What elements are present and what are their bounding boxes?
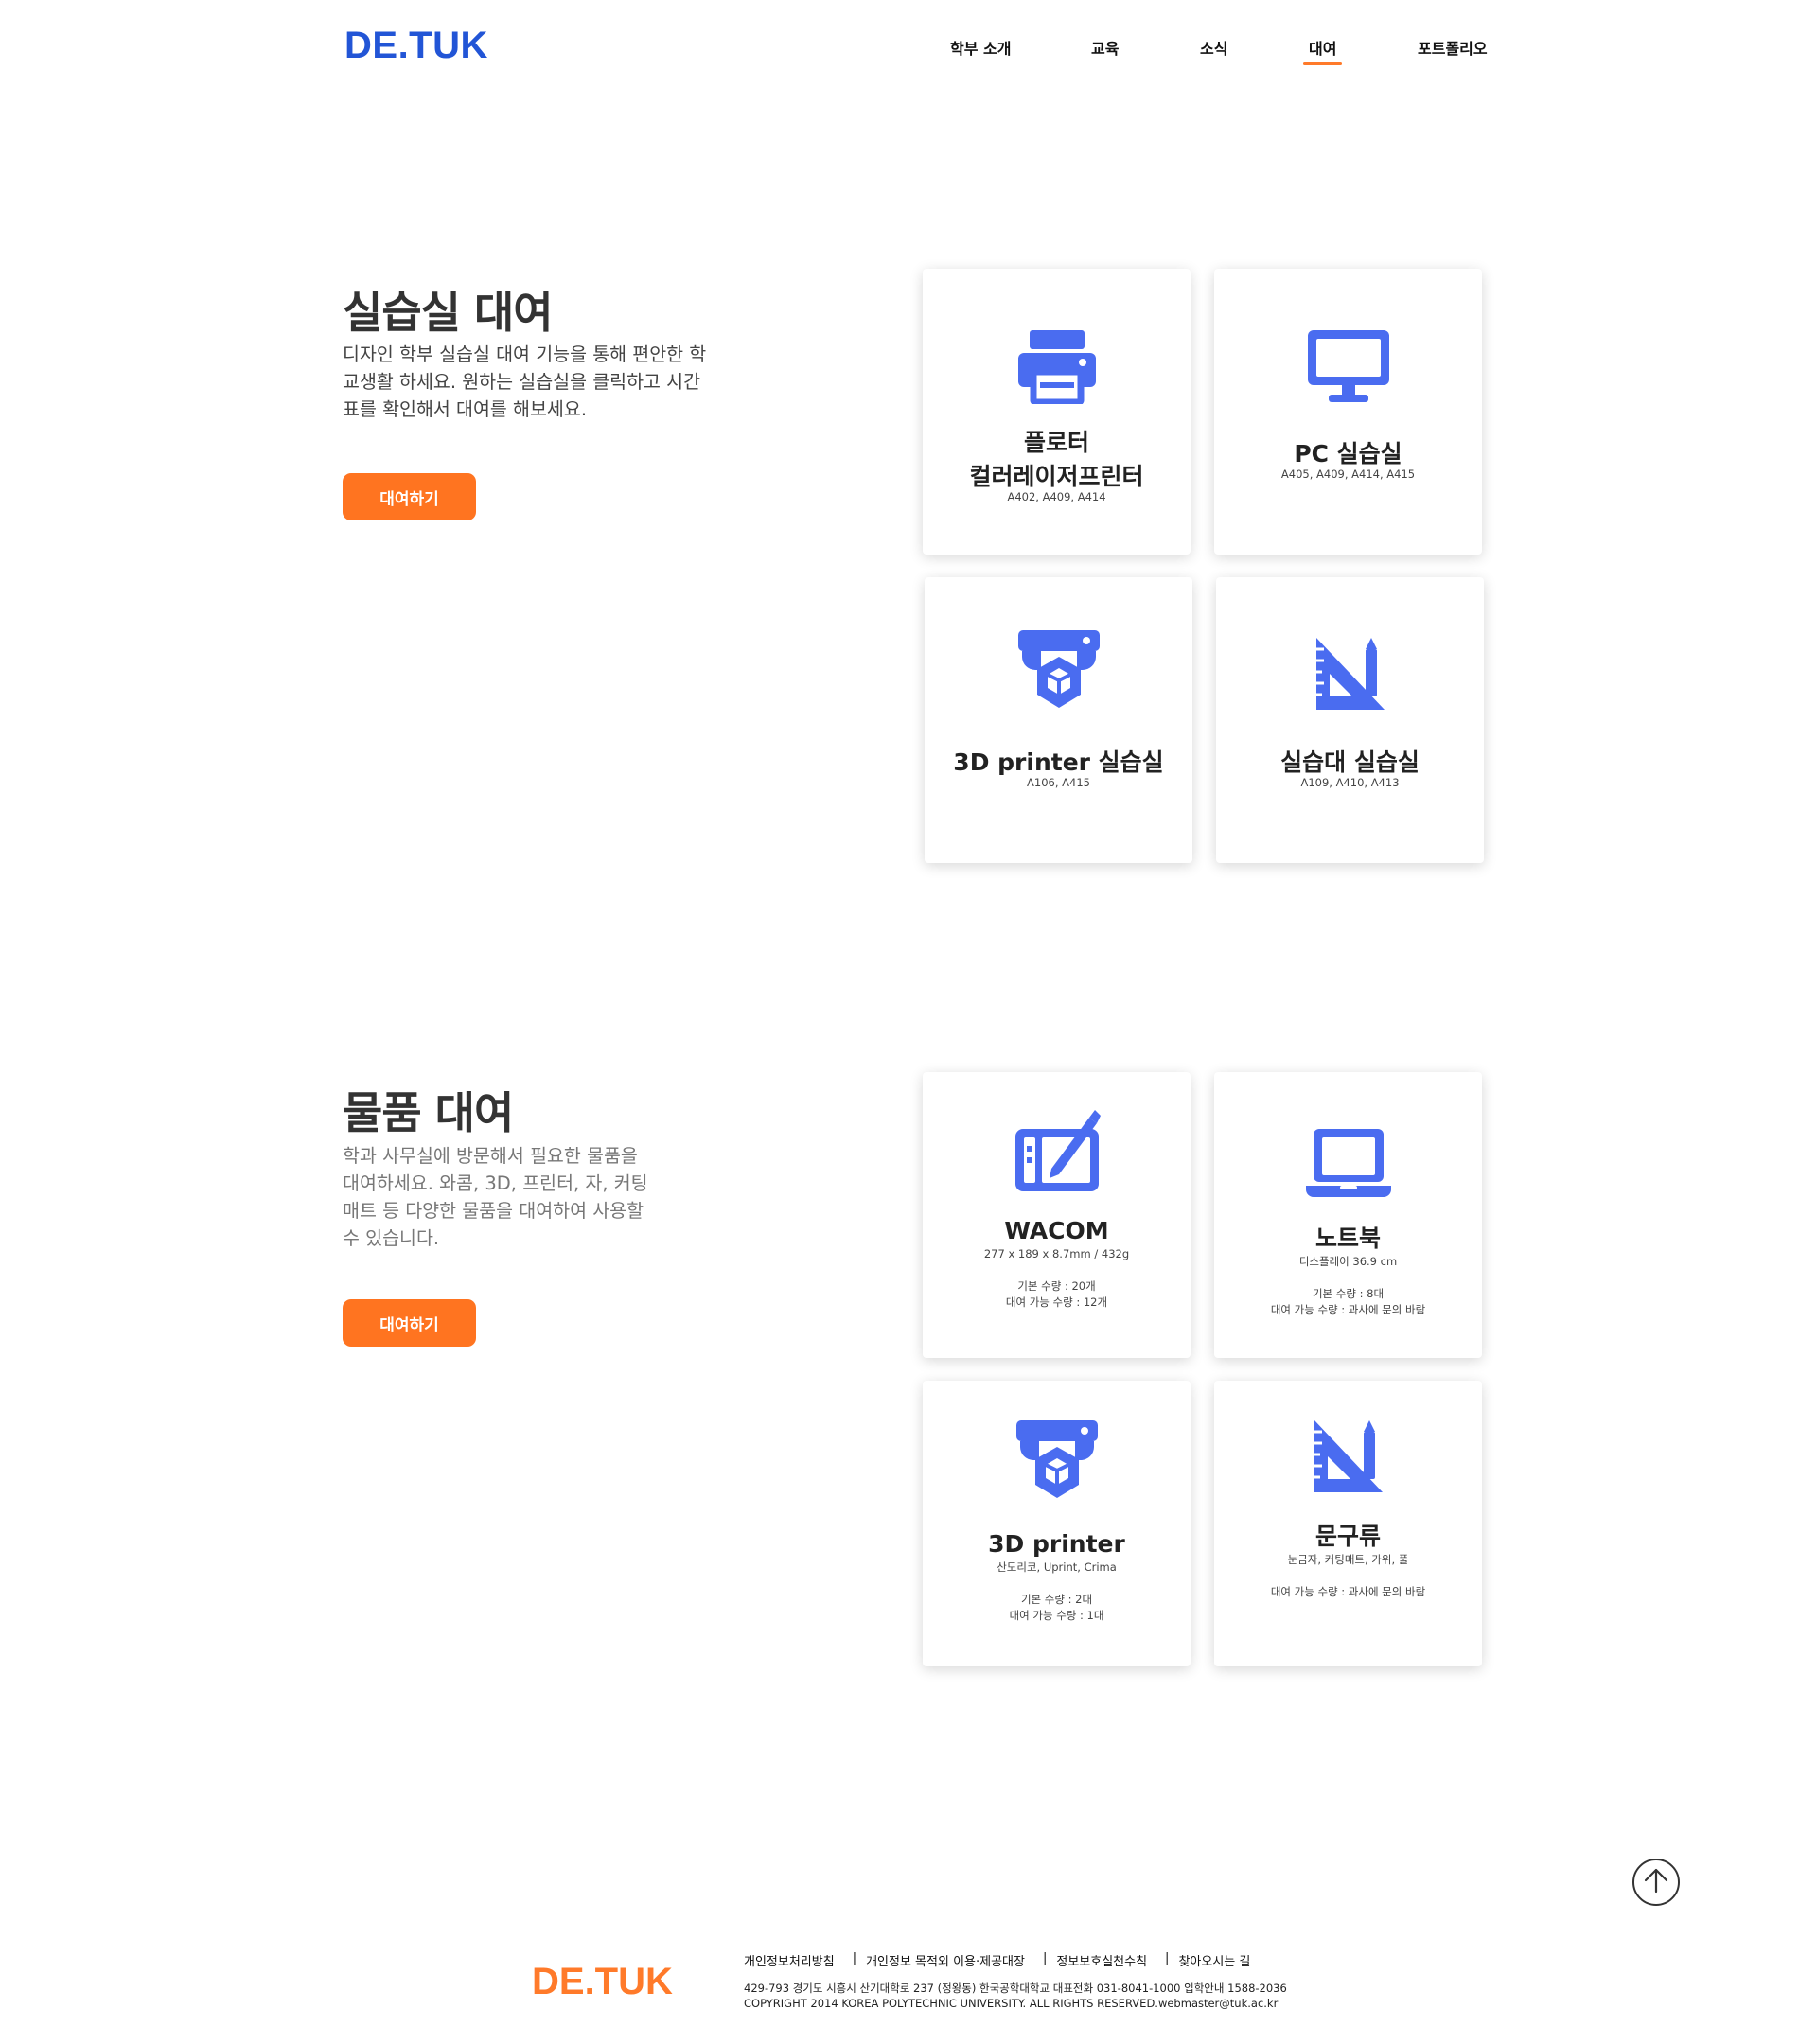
drafting-tools-icon [1216, 636, 1484, 712]
footer-links: 개인정보처리방침 | 개인정보 목적외 이용·제공대장 | 정보보호실천수칙 |… [744, 1951, 1250, 1969]
footer-separator: | [1042, 1951, 1048, 1965]
card-title: 노트북 [1314, 1225, 1381, 1252]
printer-icon [923, 328, 1191, 404]
arrow-up-icon [1642, 1866, 1670, 1898]
card-rooms: A109, A410, A413 [1300, 776, 1400, 789]
room-rent-button[interactable]: 대여하기 [343, 473, 476, 520]
nav-item-portfolio[interactable]: 포트폴리오 [1418, 36, 1488, 59]
monitor-icon [1214, 328, 1482, 404]
desc-line: 수 있습니다. [343, 1227, 440, 1249]
card-rooms: A106, A415 [1027, 776, 1090, 789]
desc-line: 학과 사무실에 방문해서 필요한 물품을 [343, 1145, 638, 1167]
card-3d-printer-room[interactable]: 3D printer 실습실 A106, A415 [925, 577, 1192, 863]
scroll-top-button[interactable] [1632, 1859, 1680, 1906]
footer-separator: | [852, 1951, 857, 1965]
card-details: 277 x 189 x 8.7mm / 432g 기본 수량 : 20개 대여 … [983, 1247, 1130, 1309]
nav-item-education[interactable]: 교육 [1091, 36, 1119, 59]
footer-link-security-rules[interactable]: 정보보호실천수칙 [1056, 1951, 1147, 1969]
card-details: 디스플레이 36.9 cm 기본 수량 : 8대 대여 가능 수량 : 과사에 … [1270, 1255, 1426, 1316]
desc-line: 디자인 학부 실습실 대여 기능을 통해 편안한 학 [343, 344, 707, 365]
item-section-title: 물품 대여 [343, 1087, 514, 1138]
item-rent-button[interactable]: 대여하기 [343, 1299, 476, 1347]
nav-item-rental[interactable]: 대여 [1302, 36, 1344, 65]
card-title: 플로터 컬러레이저프린터 [969, 429, 1144, 490]
footer-link-privacy[interactable]: 개인정보처리방침 [744, 1951, 835, 1969]
nav-item-about[interactable]: 학부 소개 [950, 36, 1011, 59]
footer-copyright: COPYRIGHT 2014 KOREA POLYTECHNIC UNIVERS… [744, 1997, 1279, 2010]
footer-logo[interactable]: DE.TUK [532, 1961, 673, 2003]
drawing-tablet-icon [923, 1106, 1191, 1193]
footer-link-directions[interactable]: 찾아오시는 길 [1178, 1951, 1250, 1969]
card-workbench-room[interactable]: 실습대 실습실 A109, A410, A413 [1216, 577, 1484, 863]
card-details: 산도리코, Uprint, Crima 기본 수량 : 2대 대여 가능 수량 … [997, 1560, 1117, 1622]
3d-printer-icon [923, 1418, 1191, 1504]
card-laptop[interactable]: 노트북 디스플레이 36.9 cm 기본 수량 : 8대 대여 가능 수량 : … [1214, 1072, 1482, 1358]
desc-line: 매트 등 다양한 물품을 대여하여 사용할 [343, 1200, 644, 1222]
footer-address: 429-793 경기도 시흥시 산기대학로 237 (정왕동) 한국공학대학교 … [744, 1982, 1287, 1995]
desc-line: 표를 확인해서 대여를 해보세요. [343, 398, 588, 420]
card-details: 눈금자, 커팅매트, 가위, 풀 대여 가능 수량 : 과사에 문의 바람 [1270, 1553, 1426, 1598]
desc-line: 교생활 하세요. 원하는 실습실을 클릭하고 시간 [343, 371, 701, 393]
nav-item-news[interactable]: 소식 [1200, 36, 1227, 59]
laptop-icon [1214, 1127, 1482, 1199]
card-wacom[interactable]: WACOM 277 x 189 x 8.7mm / 432g 기본 수량 : 2… [923, 1072, 1191, 1358]
card-title: 문구류 [1314, 1523, 1381, 1550]
card-pc-room[interactable]: PC 실습실 A405, A409, A414, A415 [1214, 269, 1482, 555]
card-plotter-room[interactable]: 플로터 컬러레이저프린터 A402, A409, A414 [923, 269, 1191, 555]
desc-line: 대여하세요. 와콤, 3D, 프린터, 자, 커팅 [343, 1172, 648, 1194]
item-section-desc: 학과 사무실에 방문해서 필요한 물품을 대여하세요. 와콤, 3D, 프린터,… [343, 1142, 648, 1252]
card-rooms: A402, A409, A414 [1007, 490, 1106, 503]
card-3d-printer[interactable]: 3D printer 산도리코, Uprint, Crima 기본 수량 : 2… [923, 1381, 1191, 1666]
footer-link-privacy-usage[interactable]: 개인정보 목적외 이용·제공대장 [866, 1951, 1025, 1969]
card-title: 3D printer [988, 1530, 1125, 1558]
room-section-title: 실습실 대여 [343, 287, 554, 338]
card-title: WACOM [1004, 1217, 1109, 1244]
footer-separator: | [1165, 1951, 1170, 1965]
main-nav: 학부 소개 교육 소식 대여 포트폴리오 [0, 36, 1817, 65]
3d-printer-icon [925, 628, 1192, 714]
card-rooms: A405, A409, A414, A415 [1280, 467, 1416, 481]
room-section-desc: 디자인 학부 실습실 대여 기능을 통해 편안한 학 교생활 하세요. 원하는 … [343, 341, 706, 423]
drafting-tools-icon [1214, 1418, 1482, 1494]
card-stationery[interactable]: 문구류 눈금자, 커팅매트, 가위, 풀 대여 가능 수량 : 과사에 문의 바… [1214, 1381, 1482, 1666]
